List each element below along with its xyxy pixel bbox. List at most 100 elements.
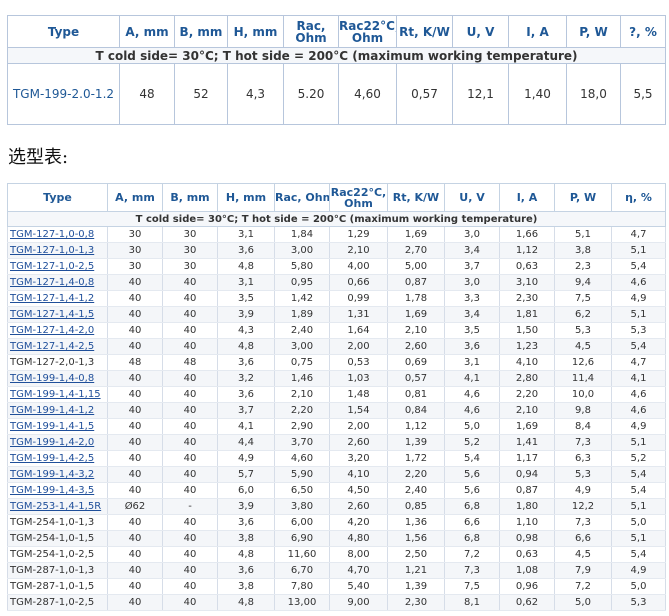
table-cell: 1,56 [387, 530, 445, 547]
table-cell: 1,12 [499, 242, 555, 259]
table-cell: 3,8 [217, 530, 275, 547]
table-cell: 4,9 [217, 450, 275, 467]
spec-header-col-5: Rac22°C, Ohm [338, 15, 397, 48]
table-cell: 4,6 [611, 386, 666, 403]
table-cell: 8,4 [554, 418, 612, 435]
table-row: TGM-253-1,4-1,5R Ø62-3,9 3,80 2,60 0,85 6,8 1,… [7, 498, 666, 515]
table-cell: 1,42 [274, 290, 330, 307]
table-cell: 2,00 [329, 338, 388, 355]
model-link[interactable]: TGM-127-1,4-0,8 [10, 277, 94, 288]
table-cell: 2,20 [499, 386, 555, 403]
table-cell: 1,72 [387, 450, 445, 467]
table-row: TGM-199-1,4-1,5 40 40 4,1 2,90 2,00 1,12 5,0 1,6… [7, 418, 666, 435]
model-link[interactable]: TGM-127-1,4-1,5 [10, 309, 94, 320]
model-link[interactable]: TGM-199-1,4-0,8 [10, 373, 94, 384]
table-cell: 0,96 [499, 578, 555, 595]
model-link[interactable]: TGM-199-1,4-2,5 [10, 453, 94, 464]
table-cell: 5,3 [554, 466, 612, 483]
table-cell: 6,3 [554, 450, 612, 467]
table-cell: 5,1 [611, 498, 666, 515]
table-cell: 40 [107, 322, 163, 339]
table-cell: 0,81 [387, 386, 445, 403]
model-name: TGM-287-1,0-1,5 [10, 581, 95, 592]
spec-header-col-2: B, mm [174, 15, 228, 48]
table-cell: 30 [162, 242, 218, 259]
table-cell: 1,89 [274, 306, 330, 323]
table-cell: 3,0 [444, 274, 500, 291]
model-link[interactable]: TGM-199-1,4-1,15 [10, 389, 101, 400]
model-link[interactable]: TGM-127-1,0-2,5 [10, 261, 94, 272]
model-link[interactable]: TGM-127-1,0-1,3 [10, 245, 94, 256]
table-cell: 52 [174, 63, 228, 125]
table-cell: 2,00 [329, 418, 388, 435]
model-link[interactable]: TGM-127-1,4-2,0 [10, 325, 94, 336]
model-link[interactable]: TGM-199-1,4-2,0 [10, 437, 94, 448]
table-cell: 0,84 [387, 402, 445, 419]
table-cell: 2,10 [499, 402, 555, 419]
table-row: TGM-127-1,4-0,8 40 40 3,1 0,95 0,66 0,87 3,0 3,1… [7, 274, 666, 291]
model-link[interactable]: TGM-199-1,4-3,2 [10, 469, 94, 480]
table-cell: 40 [107, 306, 163, 323]
table-cell: 2,70 [387, 242, 445, 259]
table-cell: 5,4 [444, 450, 500, 467]
table-cell: 2,3 [554, 258, 612, 275]
spec-header-col-4: Rac, Ohm [283, 15, 339, 48]
table-row: TGM-127-1,0-1,3 30 30 3,6 3,00 2,10 2,70 3,4 1,1… [7, 242, 666, 259]
table-cell: 40 [162, 530, 218, 547]
table-cell: 2,10 [274, 386, 330, 403]
table-cell: 4,60 [274, 450, 330, 467]
table-cell: 4,8 [217, 258, 275, 275]
table-cell: 0,69 [387, 354, 445, 371]
table-cell: 3,6 [217, 514, 275, 531]
table-cell: 3,8 [554, 242, 612, 259]
model-link[interactable]: TGM-127-1,4-1,2 [10, 293, 94, 304]
model-link[interactable]: TGM-199-1,4-1,5 [10, 421, 94, 432]
model-link[interactable]: TGM-253-1,4-1,5R [10, 501, 101, 512]
table-cell: 1,66 [499, 226, 555, 243]
table-cell: 7,80 [274, 578, 330, 595]
table-cell: 3,2 [217, 370, 275, 387]
table-cell: 4,6 [611, 274, 666, 291]
table-cell: 1,23 [499, 338, 555, 355]
selection-header-col-7: U, V [444, 183, 500, 212]
table-cell: 5,7 [217, 466, 275, 483]
model-cell: TGM-127-1,0-1,3 [7, 242, 108, 259]
table-cell: 0,57 [387, 370, 445, 387]
model-link[interactable]: TGM-199-1,4-1,2 [10, 405, 94, 416]
table-cell: 40 [107, 274, 163, 291]
table-cell: 2,10 [387, 322, 445, 339]
table-cell: 1,69 [499, 418, 555, 435]
table-cell: 40 [107, 370, 163, 387]
table-cell: 3,6 [217, 386, 275, 403]
table-cell: 40 [107, 578, 163, 595]
table-cell: 3,20 [329, 450, 388, 467]
model-link[interactable]: TGM-127-1,4-2,5 [10, 341, 94, 352]
model-link[interactable]: TGM-199-1,4-3,5 [10, 485, 94, 496]
model-cell: TGM-127-1,4-1,5 [7, 306, 108, 323]
table-cell: 1,17 [499, 450, 555, 467]
table-cell: 5,90 [274, 466, 330, 483]
table-cell: 6,8 [444, 530, 500, 547]
table-cell: 3,9 [217, 498, 275, 515]
selection-header-col-0: Type [7, 183, 108, 212]
model-name: TGM-254-1,0-2,5 [10, 549, 95, 560]
table-row: TGM-199-1,4-2,5 40 40 4,9 4,60 3,20 1,72 5,4 1,1… [7, 450, 666, 467]
model-cell: TGM-127-1,4-1,2 [7, 290, 108, 307]
table-cell: 5,3 [611, 594, 666, 611]
table-cell: 5,1 [611, 530, 666, 547]
table-cell: 40 [107, 402, 163, 419]
table-cell: 5,1 [611, 306, 666, 323]
table-cell: 7,9 [554, 562, 612, 579]
model-name: TGM-254-1,0-1,3 [10, 517, 95, 528]
table-cell: 1,03 [329, 370, 388, 387]
model-cell: TGM-199-1,4-3,2 [7, 466, 108, 483]
model-link[interactable]: TGM-127-1,0-0,8 [10, 229, 94, 240]
table-row: TGM-287-1,0-1,5 40 40 3,8 7,80 5,40 1,39 7,5 0,9… [7, 578, 666, 595]
selection-header-col-6: Rt, K/W [387, 183, 445, 212]
table-cell: 5.20 [283, 63, 339, 125]
table-cell: 2,40 [274, 322, 330, 339]
table-cell: 3,4 [444, 306, 500, 323]
table-cell: 48 [162, 354, 218, 371]
table-cell: 5,4 [611, 466, 666, 483]
spec-header-col-9: P, W [566, 15, 621, 48]
